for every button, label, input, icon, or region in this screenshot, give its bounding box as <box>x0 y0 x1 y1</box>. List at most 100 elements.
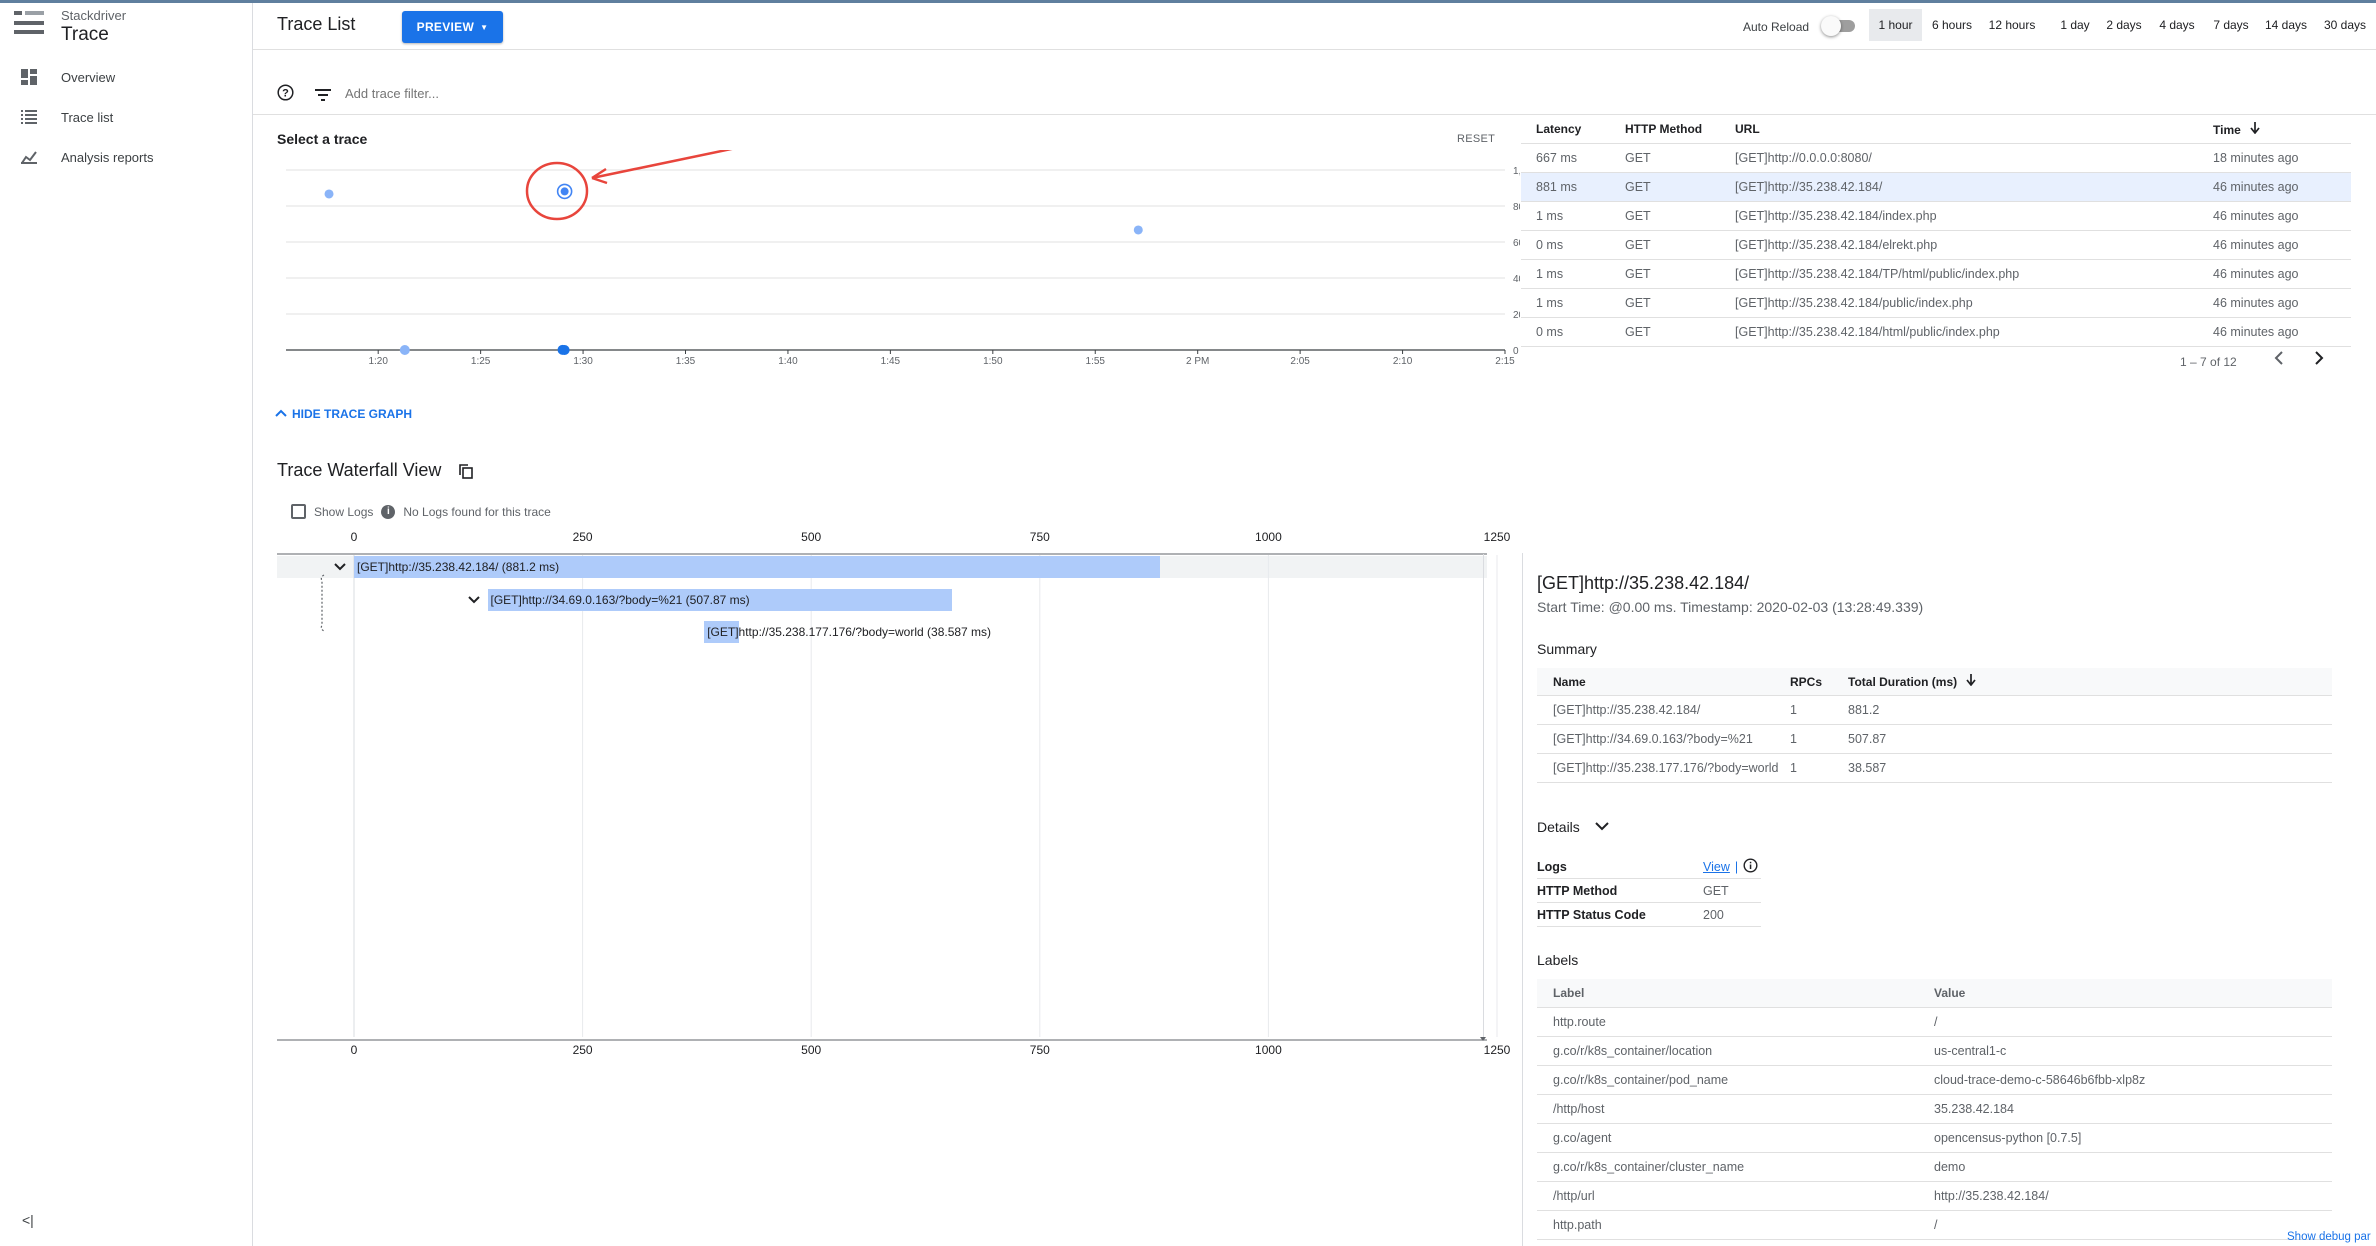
chevron-left-icon[interactable] <box>2273 350 2285 371</box>
collapse-sidebar-button[interactable]: <| <box>22 1212 34 1228</box>
view-logs-link[interactable]: View <box>1703 860 1730 874</box>
trace-filter-input[interactable] <box>345 86 945 101</box>
col-rpcs[interactable]: RPCs <box>1790 675 1848 689</box>
show-logs-checkbox[interactable] <box>291 504 306 519</box>
selected-trace-point[interactable] <box>560 187 569 196</box>
sidebar-item-overview[interactable]: Overview <box>0 57 252 97</box>
label-value-cell: us-central1-c <box>1934 1044 2007 1058</box>
col-url[interactable]: URL <box>1731 122 2209 136</box>
trace-row[interactable]: 667 ms GET [GET]http://0.0.0.0:8080/18 min… <box>1521 144 2351 173</box>
chevron-up-icon <box>274 407 288 421</box>
x-tick-label: 2:10 <box>1393 356 1413 367</box>
chevron-right-icon[interactable] <box>2313 350 2325 371</box>
x-tick-label: 1:20 <box>368 356 388 367</box>
range-6-hours[interactable]: 6 hours <box>1927 9 1977 41</box>
col-name[interactable]: Name <box>1537 675 1790 689</box>
trace-point[interactable] <box>559 345 570 355</box>
span-label[interactable]: [GET]http://35.238.177.176/?body=world (… <box>707 621 991 643</box>
url-cell: [GET]http://35.238.42.184/public/index.p… <box>1735 296 1973 310</box>
span-label[interactable]: [GET]http://34.69.0.163/?body=%21 (507.8… <box>491 589 750 611</box>
trace-row[interactable]: 881 ms GET [GET]http://35.238.42.184/46 mi… <box>1521 173 2351 202</box>
sort-arrow-down-icon <box>2250 121 2260 137</box>
trace-row[interactable]: 0 ms GET [GET]http://35.238.42.184/html/pu… <box>1521 318 2351 347</box>
range-1-day[interactable]: 1 day <box>2054 9 2096 41</box>
chevron-down-icon[interactable] <box>467 592 481 608</box>
waterfall-bottom-tick: 1000 <box>1255 1043 1282 1057</box>
col-total-duration-label: Total Duration (ms) <box>1848 675 1958 689</box>
chevron-down-icon[interactable] <box>333 559 347 575</box>
trace-row[interactable]: 1 ms GET [GET]http://35.238.42.184/index.p… <box>1521 202 2351 231</box>
label-value-cell: / <box>1934 1015 1938 1029</box>
span-url: http://35.238.42.184/ (881.2 ms) <box>388 560 560 574</box>
detail-row-http-method: HTTP Method GET <box>1537 879 1761 903</box>
dashboard-icon <box>19 69 39 85</box>
label-value-cell: opencensus-python [0.7.5] <box>1934 1131 2082 1145</box>
show-debug-link[interactable]: Show debug par <box>2287 1231 2371 1243</box>
caret-down-icon: ▼ <box>480 22 489 32</box>
url-cell: [GET]http://35.238.42.184/index.php <box>1735 209 1937 223</box>
span-label[interactable]: [GET]http://35.238.42.184/ (881.2 ms) <box>357 556 559 578</box>
label-row: g.co/r/k8s_container/pod_name cloud-trace… <box>1537 1066 2332 1095</box>
auto-reload-label: Auto Reload <box>1743 20 1810 34</box>
trace-point[interactable] <box>324 189 334 199</box>
sidebar-item-label: Trace list <box>61 109 114 125</box>
help-icon[interactable]: ? <box>277 84 294 106</box>
time-cell: 46 minutes ago <box>2213 296 2299 310</box>
auto-reload-toggle[interactable] <box>1821 16 1857 36</box>
details-toggle[interactable]: Details <box>1537 818 1610 836</box>
sidebar-item-analysis-reports[interactable]: Analysis reports <box>0 137 252 177</box>
method-cell: GET <box>1625 209 1651 223</box>
trace-table: Latency HTTP Method URL Time 667 ms GET [G… <box>1521 115 2351 347</box>
summary-row[interactable]: [GET]http://35.238.177.176/?body=world 1 3… <box>1537 754 2332 783</box>
y-tick-label: 200 <box>1513 310 1520 321</box>
range-14-days[interactable]: 14 days <box>2259 9 2313 41</box>
y-tick-label: 800 <box>1513 202 1520 213</box>
sort-arrow-down-icon <box>1966 674 1977 689</box>
summary-name-cell: [GET]http://35.238.42.184/ <box>1553 703 1701 717</box>
x-tick-label: 2:05 <box>1290 356 1310 367</box>
show-logs-row: Show Logs i No Logs found for this trace <box>291 504 551 519</box>
hide-trace-graph-button[interactable]: HIDE TRACE GRAPH <box>274 407 412 421</box>
filter-icon[interactable] <box>315 88 331 106</box>
waterfall-bottom-tick: 750 <box>1030 1043 1050 1057</box>
col-time-label: Time <box>2213 122 2241 137</box>
range-7-days[interactable]: 7 days <box>2207 9 2255 41</box>
detail-subtitle: Start Time: @0.00 ms. Timestamp: 2020-02… <box>1537 599 1924 615</box>
preview-button[interactable]: PREVIEW ▼ <box>402 11 503 43</box>
x-tick-label: 1:40 <box>778 356 798 367</box>
time-cell: 18 minutes ago <box>2213 151 2299 165</box>
no-logs-label: No Logs found for this trace <box>403 504 551 519</box>
col-method[interactable]: HTTP Method <box>1616 122 1731 136</box>
trace-row[interactable]: 0 ms GET [GET]http://35.238.42.184/elrekt.… <box>1521 231 2351 260</box>
info-outline-icon[interactable] <box>1743 857 1758 876</box>
label-value-cell: 35.238.42.184 <box>1934 1102 2014 1116</box>
col-latency[interactable]: Latency <box>1521 122 1616 136</box>
detail-title: [GET]http://35.238.42.184/ <box>1537 573 1750 593</box>
summary-rpcs-cell: 1 <box>1790 761 1797 775</box>
url-cell: [GET]http://35.238.42.184/elrekt.php <box>1735 238 1938 252</box>
sidebar-item-trace-list[interactable]: Trace list <box>0 97 252 137</box>
col-time[interactable]: Time <box>2209 121 2351 137</box>
summary-row[interactable]: [GET]http://35.238.42.184/1 881.2 <box>1537 696 2332 725</box>
trace-point[interactable] <box>1133 225 1143 235</box>
trace-row[interactable]: 1 ms GET [GET]http://35.238.42.184/TP/html… <box>1521 260 2351 289</box>
trace-scatter-chart[interactable]: 02004006008001,000 1:201:251:301:351:401… <box>270 150 1520 375</box>
summary-row[interactable]: [GET]http://34.69.0.163/?body=%21 1 507.87 <box>1537 725 2332 754</box>
product-logo-icon[interactable] <box>14 9 44 42</box>
method-cell: GET <box>1625 325 1651 339</box>
range-2-days[interactable]: 2 days <box>2100 9 2148 41</box>
reset-button[interactable]: RESET <box>1457 133 1495 145</box>
x-tick-label: 1:55 <box>1086 356 1106 367</box>
trace-point[interactable] <box>399 345 410 355</box>
labels-heading: Labels <box>1537 952 1579 968</box>
range-12-hours[interactable]: 12 hours <box>1984 9 2040 41</box>
range-1-hour[interactable]: 1 hour <box>1869 9 1922 41</box>
copy-icon[interactable] <box>459 464 473 484</box>
col-total-duration[interactable]: Total Duration (ms) <box>1848 674 2048 689</box>
summary-table-header: Name RPCs Total Duration (ms) <box>1537 668 2332 696</box>
trace-row[interactable]: 1 ms GET [GET]http://35.238.42.184/public/… <box>1521 289 2351 318</box>
range-30-days[interactable]: 30 days <box>2318 9 2372 41</box>
chart-title: Select a trace <box>277 131 368 147</box>
brand-name: Trace <box>61 24 109 45</box>
range-4-days[interactable]: 4 days <box>2153 9 2201 41</box>
